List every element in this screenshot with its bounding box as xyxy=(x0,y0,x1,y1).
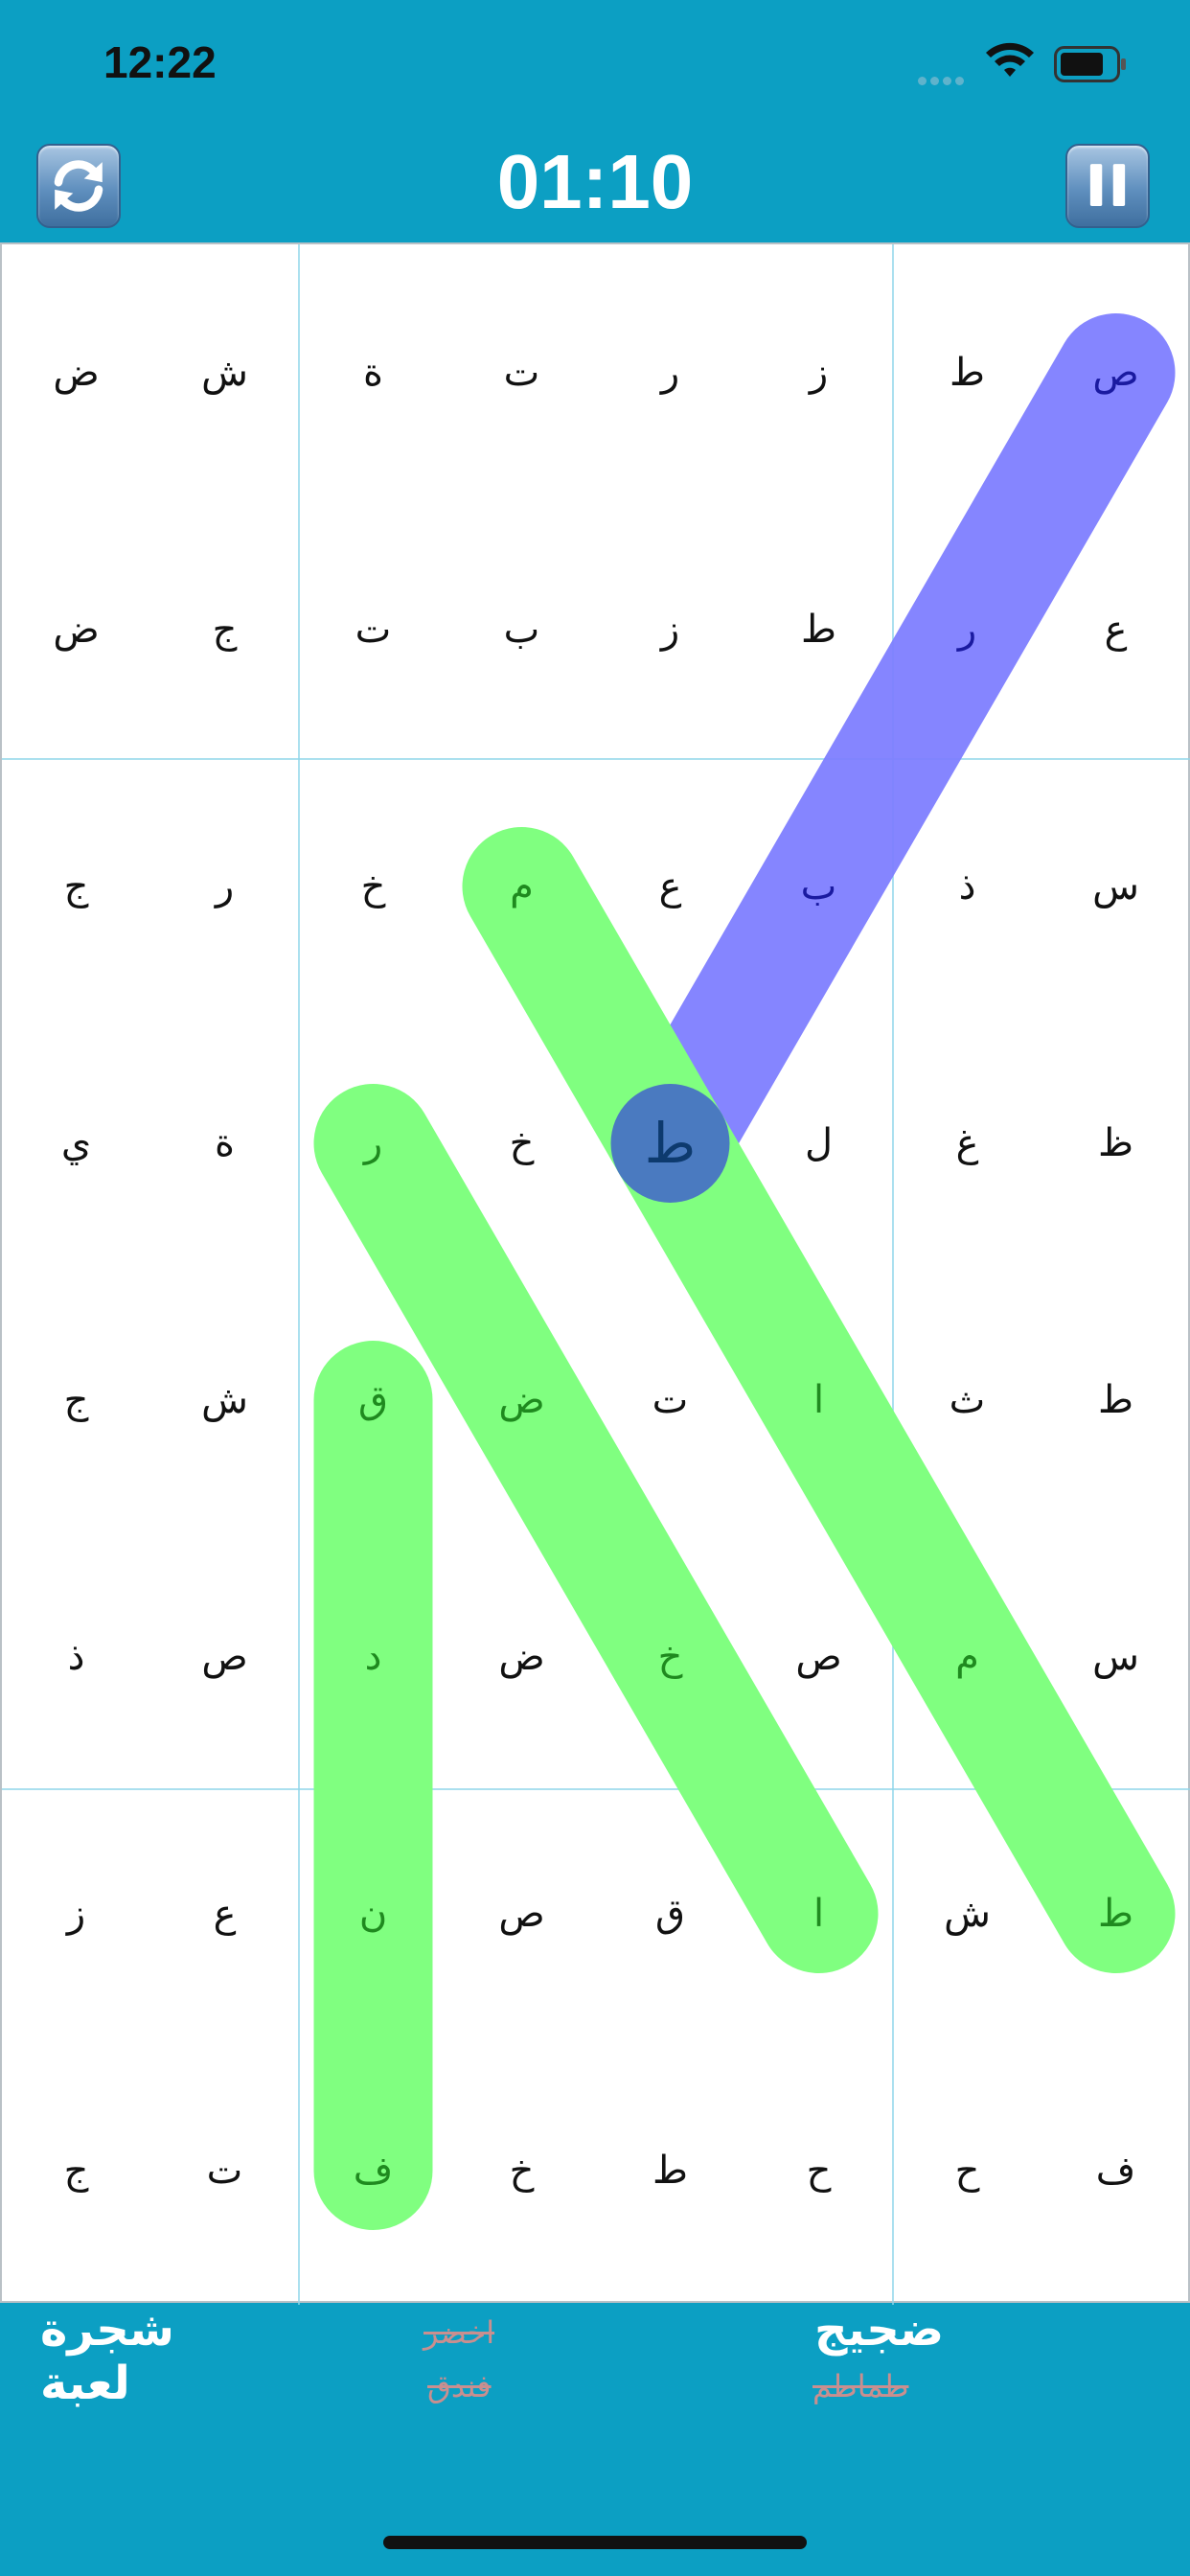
letter-cell[interactable]: ض xyxy=(2,501,150,758)
cellular-signal-icon xyxy=(918,71,972,85)
word-item-found: اخضر xyxy=(423,2314,495,2351)
letter-cell[interactable]: ف xyxy=(1041,2042,1190,2299)
game-header: 01:10 xyxy=(0,134,1190,243)
word-item-found: فندق xyxy=(427,2368,492,2404)
letter-cell[interactable]: ج xyxy=(2,2042,150,2299)
letter-cell[interactable]: ت xyxy=(150,2042,299,2299)
letter-cell[interactable]: ب xyxy=(447,501,596,758)
letter-cell[interactable]: ع xyxy=(1041,501,1190,758)
letter-cell[interactable]: ط xyxy=(744,501,893,758)
letter-cell[interactable]: ا xyxy=(744,1785,893,2042)
battery-icon xyxy=(1054,46,1126,82)
game-timer: 01:10 xyxy=(496,139,694,224)
letter-cell[interactable]: ط xyxy=(596,2042,744,2299)
letter-cell[interactable]: ص xyxy=(447,1785,596,2042)
letter-cell[interactable]: ر xyxy=(150,758,299,1015)
letter-cell[interactable]: ر xyxy=(893,501,1041,758)
letter-cell[interactable]: ة xyxy=(150,1015,299,1272)
letter-cell[interactable]: ص xyxy=(150,1529,299,1785)
letter-cell[interactable]: ذ xyxy=(893,758,1041,1015)
word-item: شجرة xyxy=(40,2303,174,2357)
letter-cell[interactable]: ح xyxy=(744,2042,893,2299)
letter-cell[interactable]: ض xyxy=(447,1529,596,1785)
letter-cell[interactable]: ق xyxy=(596,1785,744,2042)
home-indicator xyxy=(383,2536,807,2549)
letter-cell[interactable]: س xyxy=(1041,758,1190,1015)
status-time: 12:22 xyxy=(103,37,217,87)
letter-cell[interactable]: ا xyxy=(744,1272,893,1529)
letter-cell[interactable]: ض xyxy=(447,1272,596,1529)
status-bar: 12:22 xyxy=(0,0,1190,134)
letter-cell[interactable]: ف xyxy=(299,2042,447,2299)
letter-grid: ضشةترزطصضجتبزطرعجرخمعبذسيةرخطلغظجشقضتاثط… xyxy=(2,244,1190,2305)
letter-cell[interactable]: خ xyxy=(447,2042,596,2299)
letter-cell[interactable]: ج xyxy=(150,501,299,758)
letter-cell[interactable]: ن xyxy=(299,1785,447,2042)
letter-cell[interactable]: ظ xyxy=(1041,1015,1190,1272)
letter-cell[interactable]: خ xyxy=(299,758,447,1015)
letter-cell[interactable]: م xyxy=(447,758,596,1015)
wifi-icon xyxy=(986,42,1034,77)
letter-cell[interactable]: ج xyxy=(2,758,150,1015)
letter-cell[interactable]: ت xyxy=(447,244,596,501)
letter-cell[interactable]: ع xyxy=(150,1785,299,2042)
pause-icon xyxy=(1089,164,1126,206)
letter-cell[interactable]: غ xyxy=(893,1015,1041,1272)
letter-cell[interactable]: ر xyxy=(596,244,744,501)
pause-button[interactable] xyxy=(1065,144,1150,228)
word-item-found: طماطم xyxy=(812,2368,909,2404)
letter-cell[interactable]: ج xyxy=(2,1272,150,1529)
letter-cell[interactable]: ق xyxy=(299,1272,447,1529)
word-item: ضجيج xyxy=(814,2303,945,2357)
letter-cell[interactable]: ز xyxy=(2,1785,150,2042)
letter-cell[interactable]: ص xyxy=(1041,244,1190,501)
letter-cell[interactable]: ث xyxy=(893,1272,1041,1529)
letter-cell[interactable]: ط xyxy=(596,1015,744,1272)
letter-cell[interactable]: ب xyxy=(744,758,893,1015)
letter-cell[interactable]: ض xyxy=(2,244,150,501)
letter-cell[interactable]: ع xyxy=(596,758,744,1015)
letter-cell[interactable]: ي xyxy=(2,1015,150,1272)
letter-cell[interactable]: ذ xyxy=(2,1529,150,1785)
letter-board[interactable]: ضشةترزطصضجتبزطرعجرخمعبذسيةرخطلغظجشقضتاثط… xyxy=(0,242,1190,2305)
letter-cell[interactable]: ر xyxy=(299,1015,447,1272)
word-item: لعبة xyxy=(40,2357,130,2410)
letter-cell[interactable]: ش xyxy=(893,1785,1041,2042)
letter-cell[interactable]: م xyxy=(893,1529,1041,1785)
letter-cell[interactable]: س xyxy=(1041,1529,1190,1785)
letter-cell[interactable]: خ xyxy=(447,1015,596,1272)
letter-cell[interactable]: ز xyxy=(596,501,744,758)
letter-cell[interactable]: ش xyxy=(150,244,299,501)
letter-cell[interactable]: ش xyxy=(150,1272,299,1529)
letter-cell[interactable]: ص xyxy=(744,1529,893,1785)
letter-cell[interactable]: ط xyxy=(1041,1785,1190,2042)
letter-cell[interactable]: ح xyxy=(893,2042,1041,2299)
letter-cell[interactable]: ز xyxy=(744,244,893,501)
letter-cell[interactable]: ت xyxy=(596,1272,744,1529)
letter-cell[interactable]: ت xyxy=(299,501,447,758)
letter-cell[interactable]: ة xyxy=(299,244,447,501)
letter-cell[interactable]: د xyxy=(299,1529,447,1785)
letter-cell[interactable]: خ xyxy=(596,1529,744,1785)
letter-cell[interactable]: ل xyxy=(744,1015,893,1272)
letter-cell[interactable]: ط xyxy=(893,244,1041,501)
letter-cell[interactable]: ط xyxy=(1041,1272,1190,1529)
